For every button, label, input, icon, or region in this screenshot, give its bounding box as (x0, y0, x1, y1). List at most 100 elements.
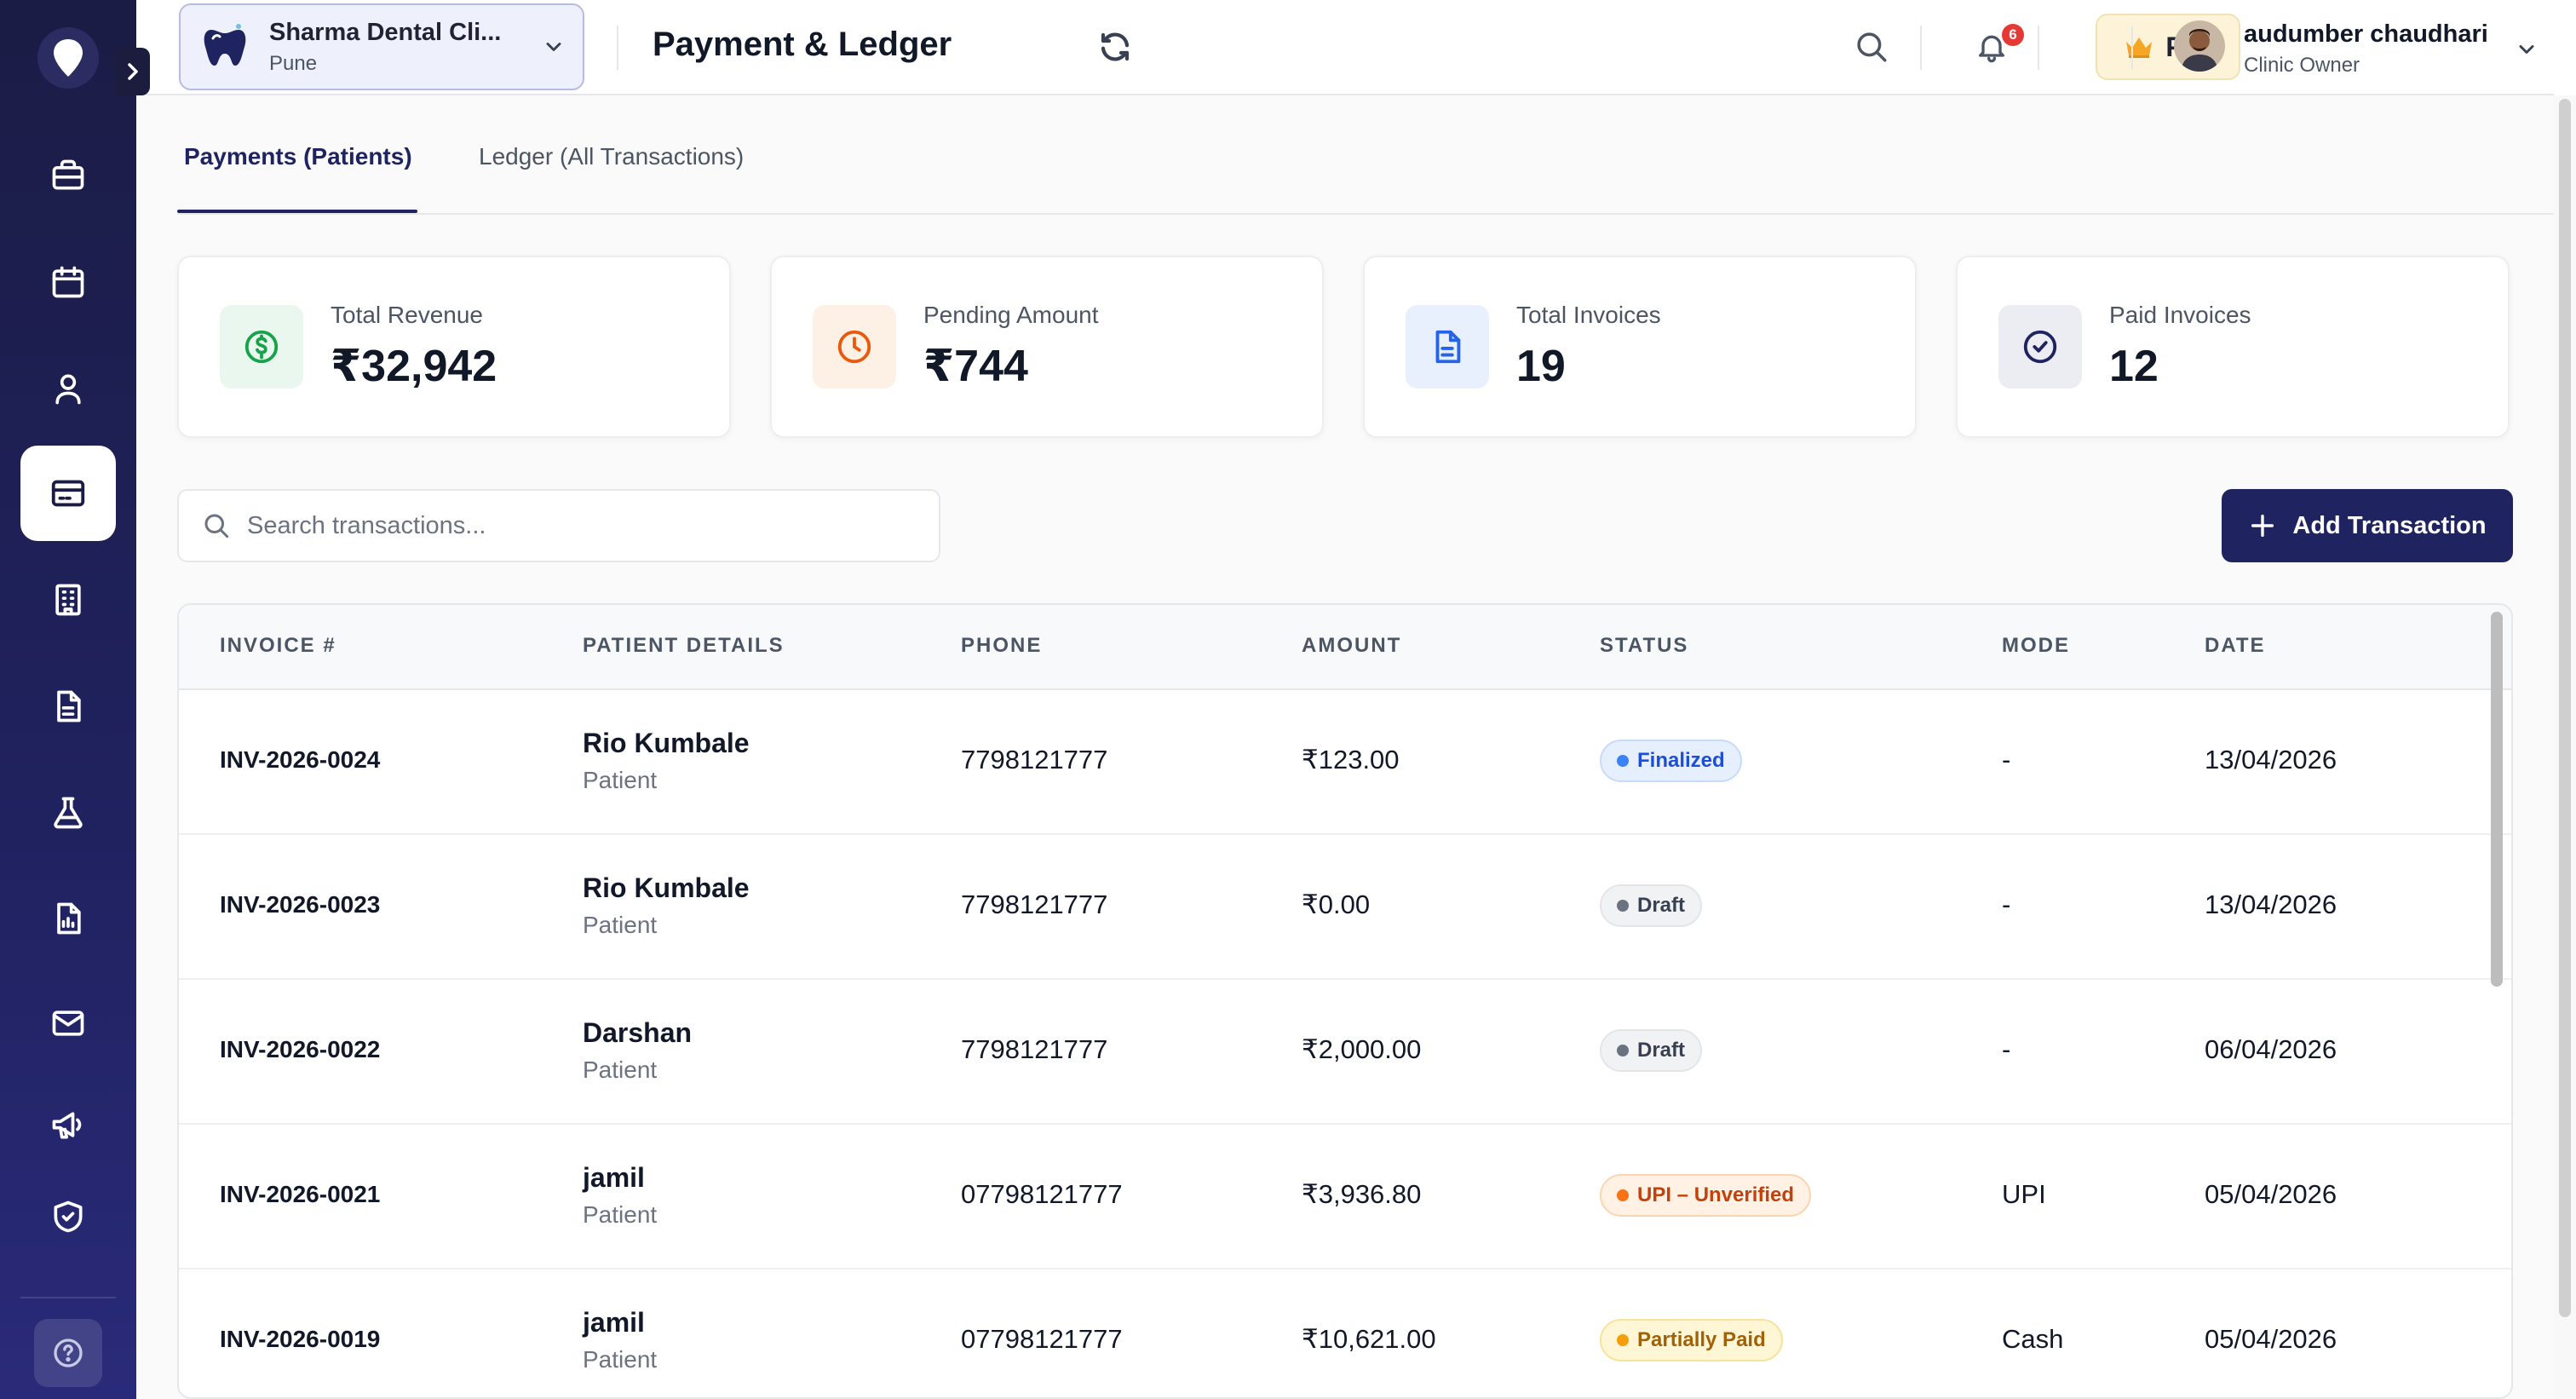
payment-mode: UPI (2002, 1179, 2046, 1209)
column-header-amount[interactable]: AMOUNT (1302, 634, 1401, 658)
payment-mode: - (2002, 889, 2011, 919)
table-row[interactable]: INV-2026-0021 jamil Patient 07798121777 ₹3,9… (179, 1125, 2511, 1269)
invoice-date: 13/04/2026 (2205, 745, 2337, 774)
sidebar-item-marketing[interactable] (20, 1077, 116, 1172)
crown-icon (2126, 37, 2153, 58)
search-input[interactable] (247, 511, 911, 540)
invoice-number[interactable]: INV-2026-0023 (220, 891, 380, 918)
column-header-patient-details[interactable]: PATIENT DETAILS (583, 634, 785, 658)
invoice-date: 06/04/2026 (2205, 1034, 2337, 1064)
status-badge: Partially Paid (1600, 1319, 1783, 1362)
patient-type: Patient (583, 767, 658, 793)
column-header-phone[interactable]: PHONE (961, 634, 1042, 658)
sidebar-item-patients[interactable] (20, 341, 116, 436)
refresh-button[interactable] (1097, 29, 1133, 69)
status-label: Draft (1637, 894, 1686, 917)
shield-icon (54, 1200, 83, 1233)
column-header-invoice[interactable]: INVOICE # (220, 634, 336, 658)
tab-ledger-all-transactions[interactable]: Ledger (All Transactions) (479, 143, 744, 170)
status-label: Draft (1637, 1039, 1686, 1062)
header-divider (1920, 26, 1922, 70)
search-icon (204, 514, 229, 538)
column-header-status[interactable]: STATUS (1600, 634, 1688, 658)
invoice-number[interactable]: INV-2026-0022 (220, 1036, 380, 1063)
stat-value: 12 (2109, 342, 2159, 391)
sidebar-item-clinic[interactable] (20, 552, 116, 648)
sidebar-item-appointments[interactable] (20, 234, 116, 330)
avatar[interactable] (2174, 20, 2225, 72)
phone-number: 07798121777 (961, 1179, 1123, 1209)
user-role: Clinic Owner (2244, 54, 2360, 77)
status-label: UPI – Unverified (1637, 1183, 1795, 1206)
invoice-number[interactable]: INV-2026-0024 (220, 746, 380, 774)
refresh-icon (1101, 32, 1130, 61)
status-dot (1617, 1334, 1629, 1346)
megaphone-icon (52, 1112, 82, 1139)
stat-card-total-invoices: Total Invoices 19 (1363, 256, 1917, 438)
document-icon (57, 690, 81, 723)
sidebar-item-documents[interactable] (20, 659, 116, 754)
sidebar-item-payments[interactable] (20, 446, 116, 541)
page-title: Payment & Ledger (653, 26, 952, 63)
amount: ₹2,000.00 (1302, 1034, 1422, 1064)
sidebar-item-lab[interactable] (20, 765, 116, 861)
check-circle-icon (1998, 305, 2082, 389)
invoice-number[interactable]: INV-2026-0021 (220, 1181, 380, 1208)
calendar-icon (52, 266, 84, 298)
column-header-mode[interactable]: MODE (2002, 634, 2070, 658)
user-menu[interactable]: audumber chaudhari Clinic Owner (2244, 20, 2488, 78)
tooth-logo-icon (198, 20, 252, 74)
status-dot (1617, 1189, 1629, 1201)
patient-name[interactable]: Rio Kumbale (583, 728, 750, 759)
patient-type: Patient (583, 1346, 658, 1373)
building-icon (55, 584, 81, 616)
patient-name[interactable]: jamil (583, 1307, 645, 1339)
search-icon (1857, 32, 1887, 62)
stat-label: Paid Invoices (2109, 302, 2251, 328)
stat-value: 19 (1516, 342, 1566, 391)
table-row[interactable]: INV-2026-0024 Rio Kumbale Patient 779812177… (179, 690, 2511, 835)
sidebar-item-messages[interactable] (20, 976, 116, 1071)
sidebar-item-security[interactable] (20, 1169, 116, 1264)
stat-value: ₹32,942 (331, 342, 497, 391)
column-header-date[interactable]: DATE (2205, 634, 2266, 658)
phone-number: 07798121777 (961, 1324, 1123, 1354)
document-icon (1406, 305, 1489, 389)
invoice-date: 13/04/2026 (2205, 889, 2337, 919)
phone-number: 7798121777 (961, 1034, 1108, 1064)
briefcase-icon (52, 159, 84, 190)
patient-name[interactable]: Rio Kumbale (583, 872, 750, 904)
status-badge: Draft (1600, 1029, 1703, 1072)
user-menu-chevron[interactable] (2515, 37, 2539, 66)
sidebar-divider (20, 1297, 116, 1298)
amount: ₹0.00 (1302, 889, 1371, 919)
patient-type: Patient (583, 1201, 658, 1228)
phone-number: 7798121777 (961, 745, 1108, 774)
location-pin-icon (54, 39, 83, 77)
app-logo[interactable] (37, 27, 99, 89)
tab-payments-patients[interactable]: Payments (Patients) (184, 143, 412, 170)
main-content: Payments (Patients) Ledger (All Transact… (136, 95, 2554, 1399)
chevron-down-icon (2519, 45, 2534, 54)
plus-icon (2251, 514, 2274, 538)
table-row[interactable]: INV-2026-0023 Rio Kumbale Patient 779812177… (179, 835, 2511, 980)
clinic-switcher[interactable]: Sharma Dental Cli... Pune (179, 3, 584, 90)
invoice-number[interactable]: INV-2026-0019 (220, 1326, 380, 1353)
page-scrollbar[interactable] (2559, 99, 2571, 1317)
patient-name[interactable]: jamil (583, 1162, 645, 1194)
mail-icon (52, 1010, 84, 1036)
sidebar-item-reports[interactable] (20, 871, 116, 966)
patient-name[interactable]: Darshan (583, 1017, 692, 1049)
help-button[interactable] (34, 1319, 102, 1387)
table-row[interactable]: INV-2026-0022 Darshan Patient 7798121777 ₹2,… (179, 980, 2511, 1125)
sidebar-item-dashboard[interactable] (20, 128, 116, 223)
table-scrollbar[interactable] (2491, 612, 2503, 987)
amount: ₹10,621.00 (1302, 1324, 1436, 1354)
active-tab-indicator (177, 210, 417, 213)
header-search-button[interactable] (1854, 29, 1889, 69)
sidebar-expand-button[interactable] (116, 48, 150, 95)
stat-label: Pending Amount (923, 302, 1099, 328)
table-row[interactable]: INV-2026-0019 jamil Patient 07798121777 ₹10,… (179, 1269, 2511, 1397)
transaction-search[interactable] (177, 489, 940, 562)
add-transaction-button[interactable]: Add Transaction (2222, 489, 2513, 562)
